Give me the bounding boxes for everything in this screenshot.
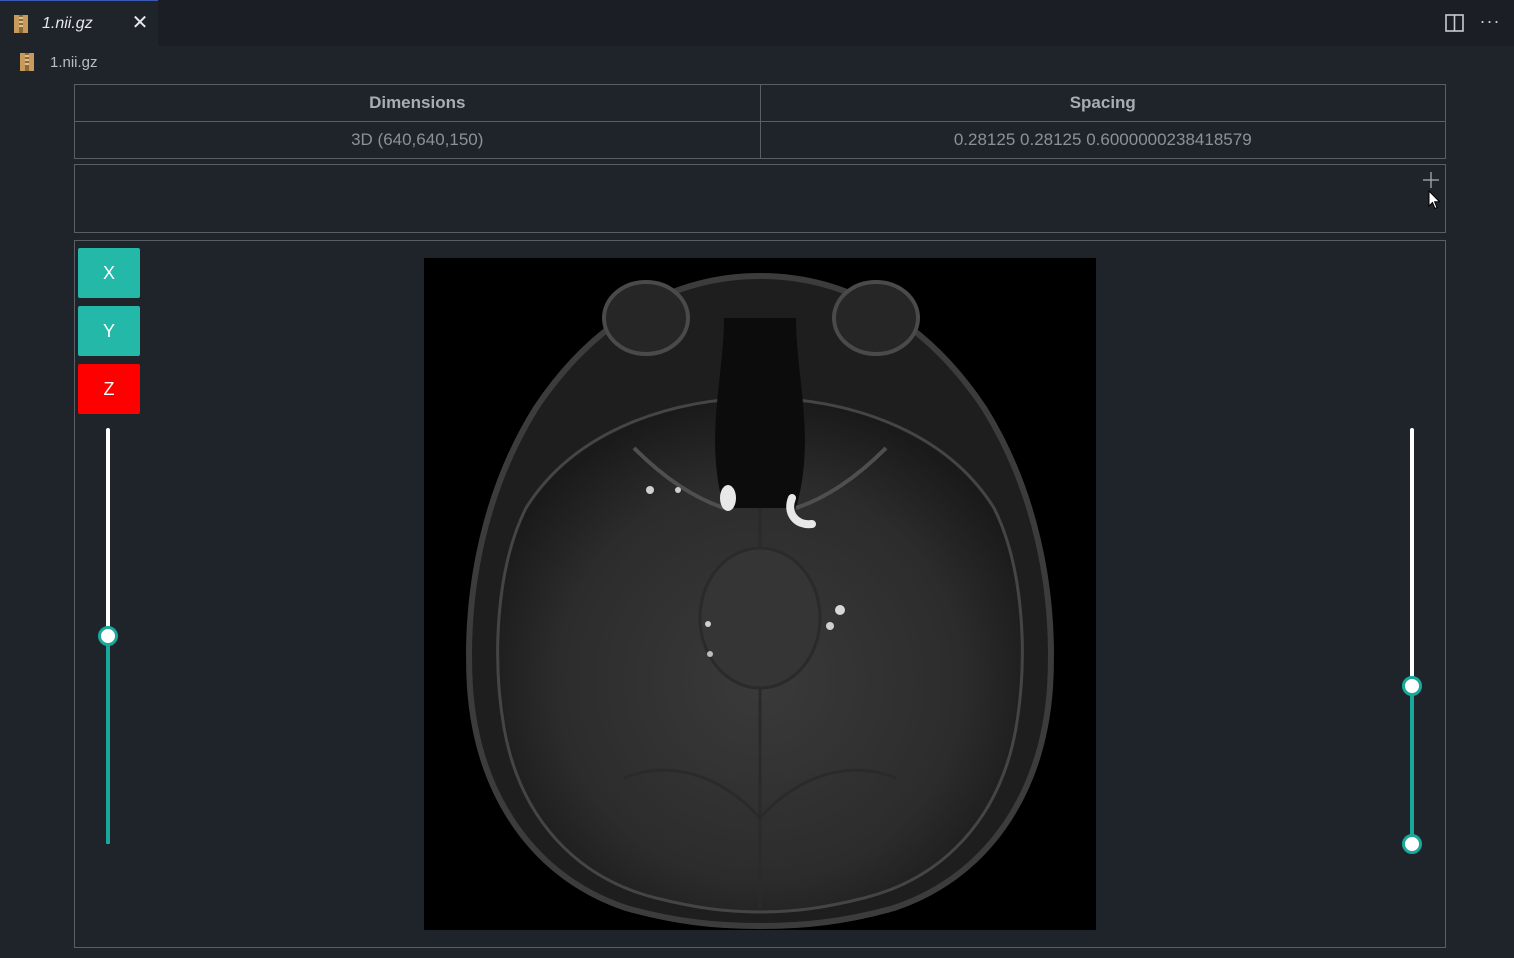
mri-brain-render	[424, 258, 1096, 930]
mouse-cursor-icon	[1428, 190, 1441, 210]
toolbar-panel	[74, 164, 1446, 233]
dimensions-value: 3D (640,640,150)	[74, 121, 761, 159]
axis-y-button[interactable]: Y	[78, 306, 140, 356]
spacing-value: 0.28125 0.28125 0.6000000238418579	[759, 121, 1446, 159]
slice-slider-thumb[interactable]	[98, 626, 118, 646]
mri-slice-image[interactable]	[424, 258, 1096, 930]
window-slider-high-thumb[interactable]	[1402, 675, 1422, 696]
archive-file-icon	[14, 15, 28, 33]
archive-file-icon	[20, 53, 34, 71]
more-actions-icon[interactable]: ···	[1478, 9, 1502, 33]
close-icon[interactable]: ✕	[128, 10, 152, 36]
spacing-header: Spacing	[759, 84, 1446, 122]
axis-x-button[interactable]: X	[78, 248, 140, 298]
tab-bar: 1.nii.gz ✕ ···	[0, 0, 1514, 46]
window-slider-fill	[1410, 685, 1414, 844]
slice-slider-fill	[106, 636, 110, 844]
breadcrumb-label: 1.nii.gz	[50, 54, 98, 71]
dimensions-header: Dimensions	[74, 84, 761, 122]
table-row: 3D (640,640,150) 0.28125 0.28125 0.60000…	[74, 121, 1446, 159]
plus-icon[interactable]	[1422, 171, 1440, 189]
split-editor-icon[interactable]	[1443, 11, 1467, 35]
image-info-table: Dimensions Spacing 3D (640,640,150) 0.28…	[74, 84, 1446, 159]
tab-title: 1.nii.gz	[42, 15, 93, 32]
window-slider-low-thumb[interactable]	[1402, 834, 1422, 854]
table-header-row: Dimensions Spacing	[74, 84, 1446, 122]
axis-z-button[interactable]: Z	[78, 364, 140, 414]
editor-tab[interactable]: 1.nii.gz ✕	[0, 0, 158, 46]
